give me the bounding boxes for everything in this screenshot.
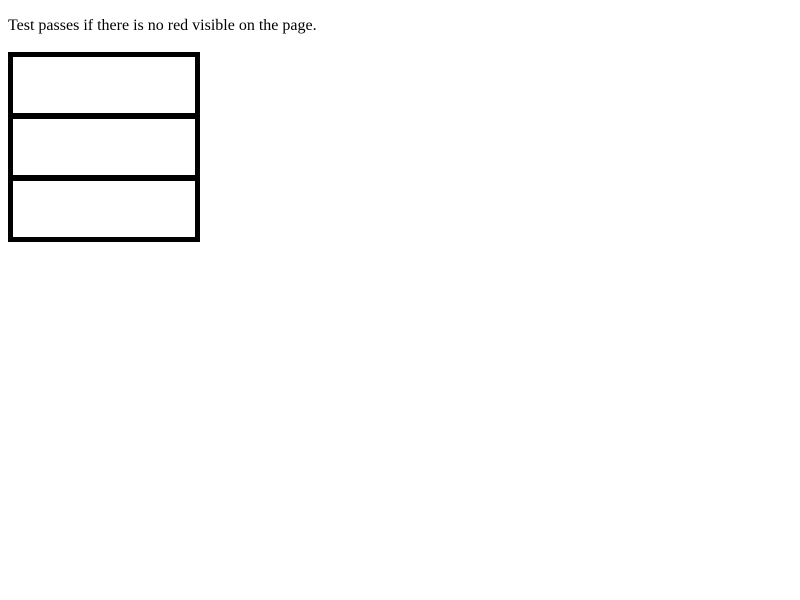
stacked-box-2 (8, 114, 200, 180)
test-instruction: Test passes if there is no red visible o… (8, 17, 317, 34)
stacked-box-1 (8, 52, 200, 118)
box-stack (8, 52, 200, 242)
stacked-box-3 (8, 176, 200, 242)
